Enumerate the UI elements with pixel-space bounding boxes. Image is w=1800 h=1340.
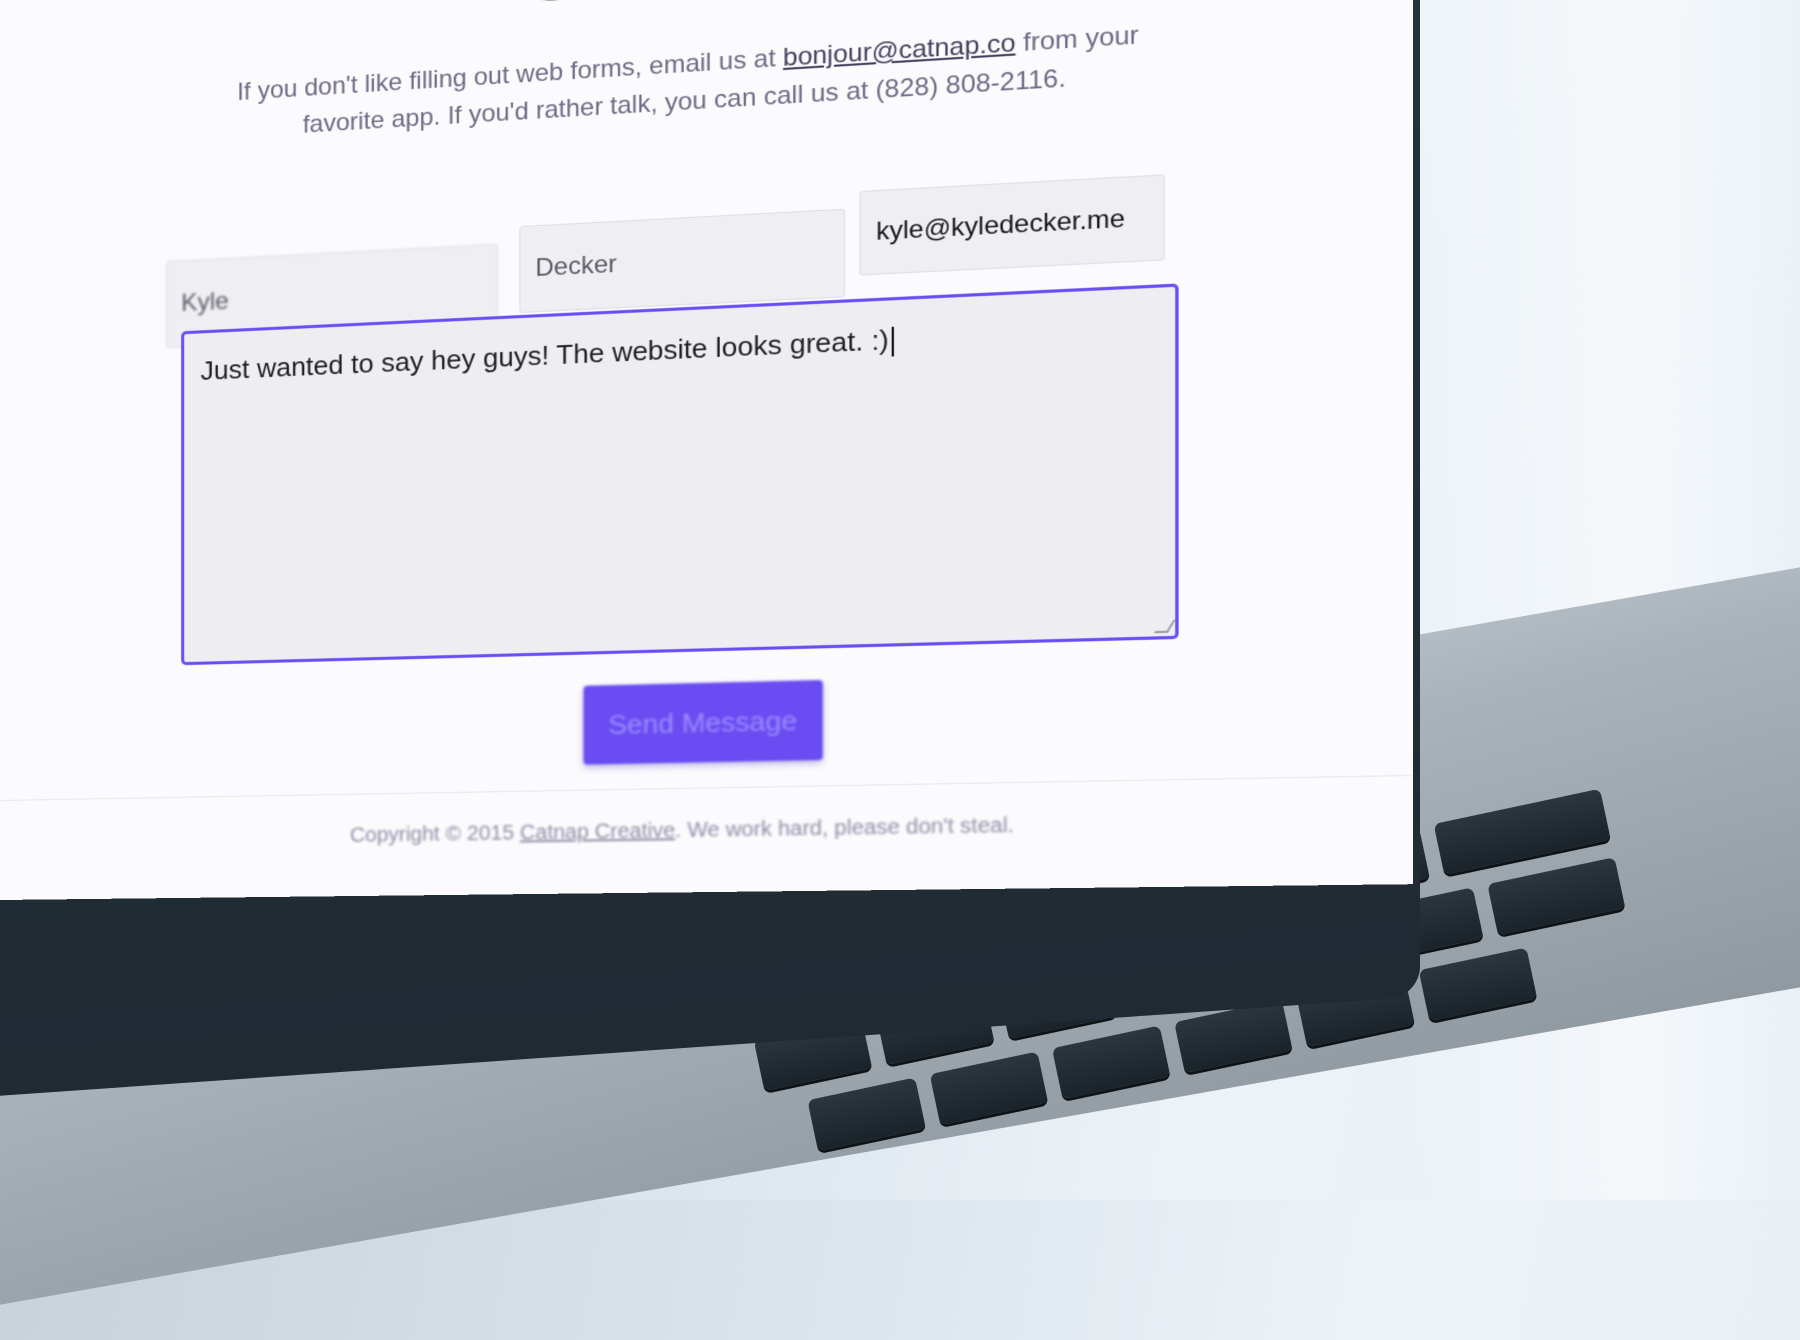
- company-link[interactable]: Catnap Creative: [520, 819, 675, 844]
- first-name-value: Kyle: [181, 287, 229, 318]
- text-cursor: [891, 326, 894, 357]
- copyright-text: Copyright © 2015: [350, 821, 520, 847]
- last-name-value: Decker: [535, 250, 617, 283]
- last-name-input[interactable]: Decker: [519, 208, 846, 314]
- keyboard-key: [807, 1077, 926, 1152]
- footer-divider: [0, 774, 1413, 801]
- footer-copyright: Copyright © 2015 Catnap Creative. We wor…: [304, 813, 1064, 848]
- message-value: Just wanted to say hey guys! The website…: [200, 323, 889, 387]
- keyboard-key: [1487, 857, 1626, 936]
- contact-page: Contact If you don't like filling out we…: [0, 0, 1413, 900]
- send-message-button[interactable]: Send Message: [583, 679, 823, 765]
- laptop-screen: Contact If you don't like filling out we…: [0, 0, 1413, 901]
- keyboard-key: [1418, 947, 1538, 1022]
- contact-intro: If you don't like filling out web forms,…: [202, 14, 1179, 150]
- copyright-suffix: . We work hard, please don't steal.: [675, 813, 1015, 843]
- email-value: kyle@kyledecker.me: [876, 204, 1126, 247]
- message-textarea[interactable]: Just wanted to say hey guys! The website…: [181, 283, 1179, 666]
- keyboard-key: [1051, 1025, 1171, 1100]
- email-input[interactable]: kyle@kyledecker.me: [859, 174, 1165, 276]
- resize-handle-icon[interactable]: [1153, 619, 1176, 634]
- keyboard-key: [929, 1051, 1049, 1126]
- email-link[interactable]: bonjour@catnap.co: [783, 29, 1016, 72]
